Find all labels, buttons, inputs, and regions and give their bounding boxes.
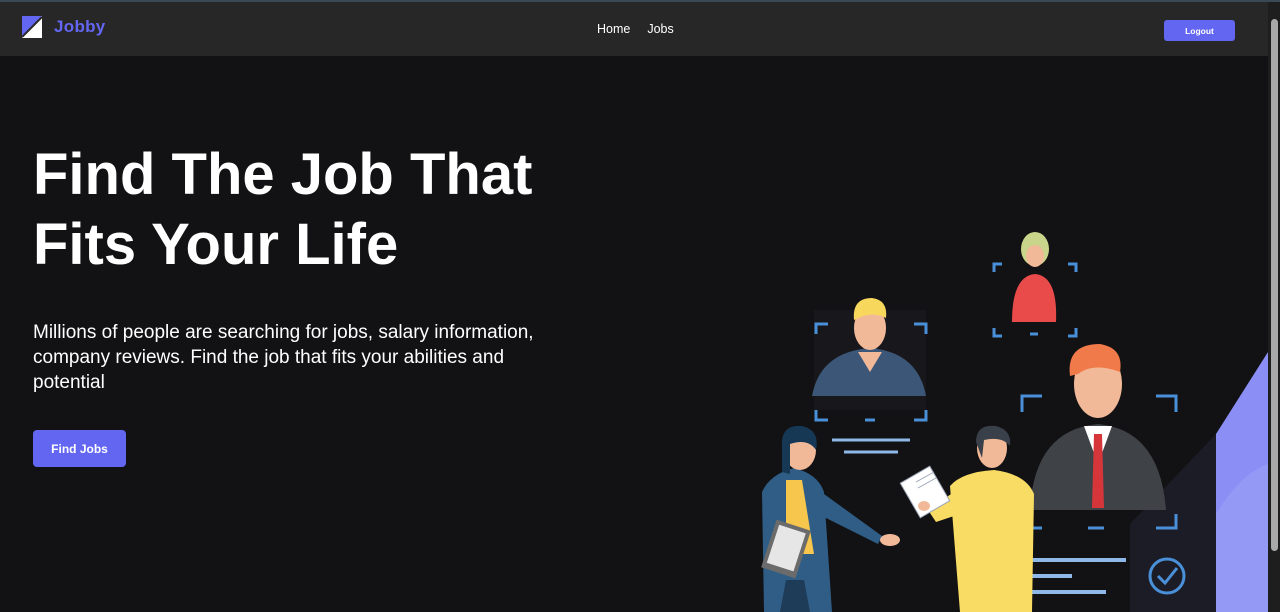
woman-with-clipboard xyxy=(761,425,900,612)
scrollbar[interactable] xyxy=(1268,2,1280,612)
nav-links: Home Jobs xyxy=(597,22,674,36)
hero-illustration xyxy=(740,224,1268,612)
brand-name: Jobby xyxy=(54,17,106,36)
hero-title-line-2: Fits Your Life xyxy=(33,212,399,277)
profile-frame-man-blond xyxy=(812,298,928,454)
find-jobs-button[interactable]: Find Jobs xyxy=(33,430,126,467)
navbar: Jobby Home Jobs Logout xyxy=(0,2,1268,56)
hero-description: Millions of people are searching for job… xyxy=(33,322,534,393)
hero-title: Find The Job That Fits Your Life xyxy=(33,140,593,280)
nav-link-home[interactable]: Home xyxy=(597,22,630,36)
man-with-paper xyxy=(899,425,1034,612)
logout-button[interactable]: Logout xyxy=(1164,20,1235,41)
page: Jobby Home Jobs Logout Find The Job That… xyxy=(0,0,1280,612)
hero-title-line-1: Find The Job That xyxy=(33,142,533,207)
logo[interactable]: Jobby xyxy=(22,16,106,38)
scrollbar-thumb[interactable] xyxy=(1271,19,1278,551)
profile-frame-woman-top xyxy=(992,232,1078,338)
nav-link-jobs[interactable]: Jobs xyxy=(647,22,673,36)
jobby-logo-icon xyxy=(22,16,42,38)
